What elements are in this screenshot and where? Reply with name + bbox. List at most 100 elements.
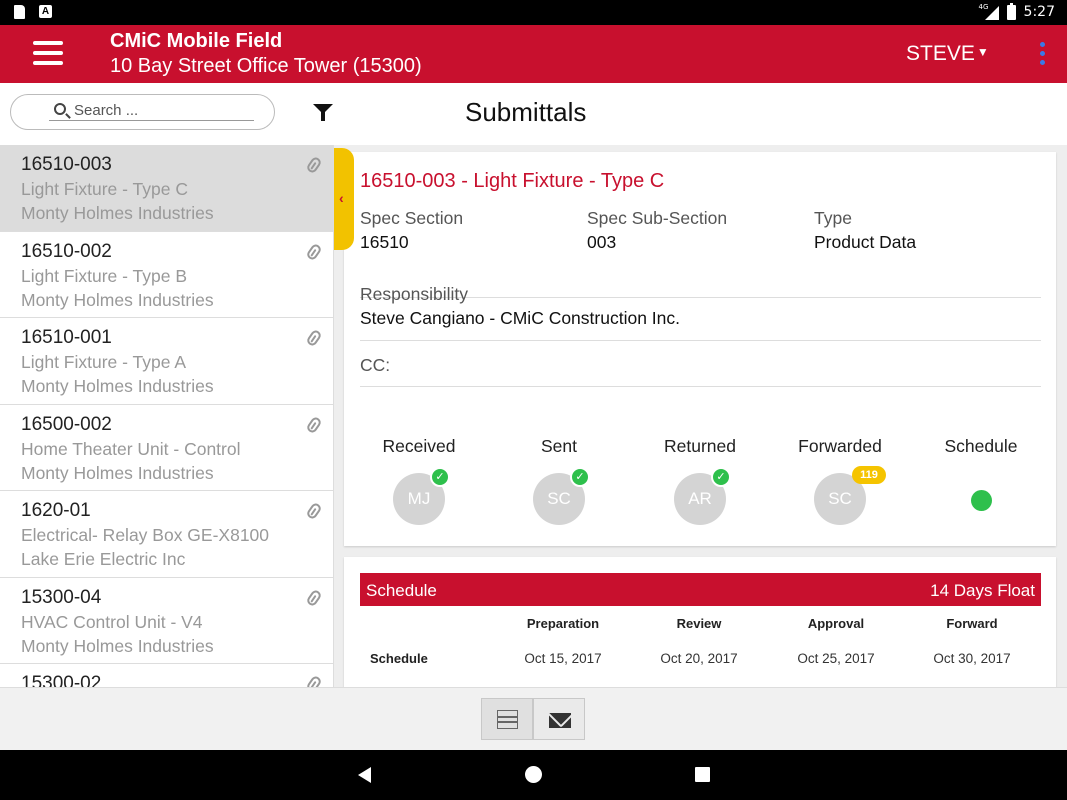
spec-sub-section-value: 003	[587, 232, 617, 252]
cc-label: CC:	[360, 355, 391, 375]
email-button[interactable]	[533, 698, 585, 740]
column-header: Forward	[946, 616, 998, 631]
list-item[interactable]: 16510-001 Light Fixture - Type A Monty H…	[0, 318, 333, 405]
status-label: Received	[382, 436, 456, 456]
divider	[360, 340, 1041, 341]
type-value: Product Data	[814, 232, 917, 252]
status-received: Received MJ ✓	[349, 436, 489, 525]
status-label: Returned	[664, 436, 736, 456]
item-company: Monty Holmes Industries	[21, 289, 214, 310]
item-title: Light Fixture - Type C	[21, 179, 188, 199]
item-id: 16510-001	[21, 327, 112, 348]
type-label: Type	[814, 208, 852, 228]
item-id: 15300-02	[21, 673, 102, 687]
avatar[interactable]: SC ✓	[533, 467, 590, 525]
item-id: 16510-002	[21, 240, 112, 262]
overflow-menu-icon[interactable]	[1038, 42, 1046, 68]
status-returned: Returned AR ✓	[630, 436, 770, 525]
divider	[360, 386, 1041, 387]
item-id: 16500-002	[21, 413, 112, 435]
battery-icon	[1006, 2, 1016, 20]
schedule-card: Schedule 14 Days Float Preparation Revie…	[344, 557, 1056, 687]
detail-title: 16510-003 - Light Fixture - Type C	[360, 170, 665, 192]
app-notification-icon: A	[39, 5, 52, 18]
search-placeholder: Search ...	[74, 102, 139, 119]
system-status-bar: A 4G 5:27	[0, 0, 1067, 25]
user-name: STEVE	[906, 42, 975, 65]
toolbar: Search ... Submittals	[0, 83, 1067, 145]
schedule-date: Oct 30, 2017	[933, 651, 1011, 666]
responsibility-label: Responsibility	[360, 284, 468, 304]
clock: 5:27	[1023, 4, 1055, 20]
item-title: Electrical- Relay Box GE-X8100	[21, 525, 270, 545]
search-icon	[54, 103, 66, 115]
item-title: Light Fixture - Type A	[21, 352, 187, 372]
back-icon[interactable]	[358, 767, 371, 783]
status-label: Schedule	[944, 436, 1018, 456]
schedule-date: Oct 20, 2017	[660, 651, 738, 666]
column-header: Approval	[807, 616, 865, 631]
count-badge: 119	[852, 466, 886, 484]
schedule-date: Oct 25, 2017	[797, 651, 875, 666]
app-title: CMiC Mobile Field	[110, 30, 283, 52]
filter-icon[interactable]	[313, 104, 333, 121]
list-view-icon	[497, 710, 518, 729]
sd-card-icon	[14, 5, 25, 19]
responsibility-value: Steve Cangiano - CMiC Construction Inc.	[360, 308, 680, 328]
bottom-toolbar	[0, 687, 1067, 750]
avatar[interactable]: SC 119	[814, 466, 886, 525]
list-item[interactable]: 1620-01 Electrical- Relay Box GE-X8100 L…	[0, 491, 333, 578]
mail-icon	[549, 713, 571, 728]
schedule-date: Oct 15, 2017	[524, 651, 602, 666]
list-item[interactable]: 16500-002 Home Theater Unit - Control Mo…	[0, 405, 333, 491]
status-sent: Sent SC ✓	[489, 436, 629, 525]
schedule-status-dot	[970, 490, 992, 511]
list-item[interactable]: 16510-003 Light Fixture - Type C Monty H…	[0, 145, 333, 232]
cell-signal-icon: 4G	[979, 3, 999, 20]
app-bar: CMiC Mobile Field 10 Bay Street Office T…	[0, 25, 1067, 83]
status-schedule: Schedule	[911, 436, 1051, 511]
caret-down-icon: ▼	[976, 45, 989, 59]
item-company: Monty Holmes Industries	[21, 376, 214, 396]
check-icon: ✓	[430, 467, 450, 487]
column-header: Preparation	[526, 616, 600, 631]
item-company: Lake Erie Electric Inc	[21, 549, 186, 569]
row-label: Schedule	[370, 651, 428, 666]
user-menu[interactable]: STEVE ▼	[906, 42, 989, 66]
spec-section-value: 16510	[360, 232, 409, 252]
spec-sub-section-label: Spec Sub-Section	[587, 208, 728, 228]
detail-pane: 16510-003 - Light Fixture - Type C Spec …	[334, 145, 1067, 687]
float-value: 14 Days Float	[930, 581, 1035, 600]
item-title: Home Theater Unit - Control	[21, 438, 241, 459]
status-forwarded: Forwarded SC 119	[770, 436, 910, 525]
menu-icon[interactable]	[33, 41, 63, 65]
list-item[interactable]: 15300-04 HVAC Control Unit - V4 Monty Ho…	[0, 578, 333, 664]
collapse-list-tab[interactable]: ‹	[334, 148, 354, 250]
item-company: Monty Holmes Industries	[21, 635, 214, 656]
check-icon: ✓	[711, 467, 731, 487]
list-item[interactable]: 15300-02	[0, 664, 333, 687]
home-icon[interactable]	[525, 766, 542, 783]
list-item[interactable]: 16510-002 Light Fixture - Type B Monty H…	[0, 232, 333, 318]
status-label: Forwarded	[798, 436, 882, 456]
submittal-detail-card: 16510-003 - Light Fixture - Type C Spec …	[344, 152, 1056, 546]
page-title: Submittals	[465, 97, 587, 127]
avatar[interactable]: MJ ✓	[393, 467, 450, 525]
item-company: Monty Holmes Industries	[21, 203, 214, 223]
search-input[interactable]: Search ...	[10, 94, 275, 130]
spec-section-label: Spec Section	[360, 208, 464, 228]
schedule-header: Schedule 14 Days Float	[360, 573, 1041, 606]
item-title: HVAC Control Unit - V4	[21, 611, 203, 632]
column-header: Review	[676, 616, 722, 631]
project-name: 10 Bay Street Office Tower (15300)	[110, 55, 422, 77]
recent-apps-icon[interactable]	[695, 767, 710, 782]
details-view-button[interactable]	[481, 698, 533, 740]
submittal-list: 16510-003 Light Fixture - Type C Monty H…	[0, 145, 334, 687]
item-title: Light Fixture - Type B	[21, 265, 188, 286]
item-id: 16510-003	[21, 154, 112, 175]
item-id: 1620-01	[21, 500, 91, 521]
status-label: Sent	[541, 436, 577, 456]
schedule-header-label: Schedule	[366, 581, 437, 600]
avatar[interactable]: AR ✓	[674, 467, 731, 525]
check-icon: ✓	[570, 467, 590, 487]
